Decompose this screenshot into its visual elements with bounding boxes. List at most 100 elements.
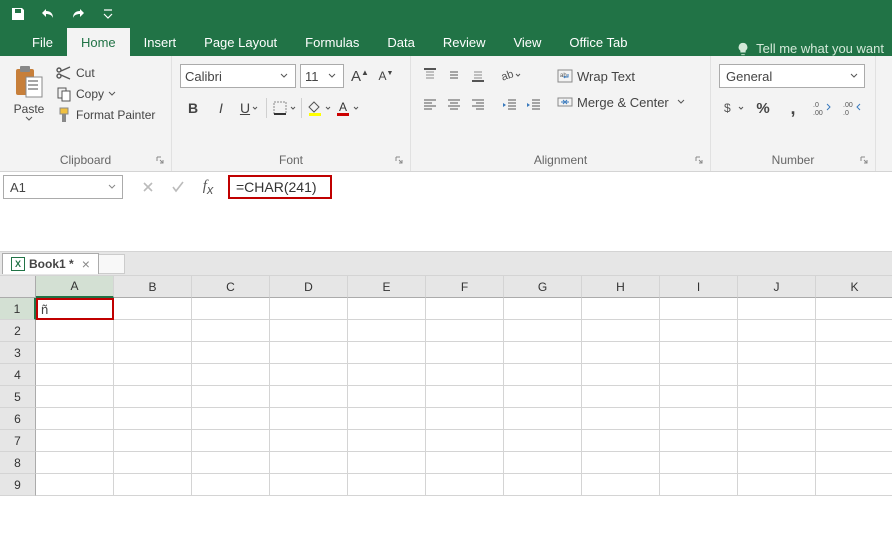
cell[interactable]	[114, 364, 192, 386]
cell[interactable]	[504, 320, 582, 342]
cell[interactable]	[270, 408, 348, 430]
cell[interactable]	[738, 342, 816, 364]
cell[interactable]	[582, 386, 660, 408]
cell[interactable]	[426, 474, 504, 496]
cell[interactable]	[582, 474, 660, 496]
font-dialog-launcher[interactable]	[392, 153, 406, 167]
row-header[interactable]: 8	[0, 452, 36, 474]
cell[interactable]	[582, 364, 660, 386]
row-header[interactable]: 4	[0, 364, 36, 386]
cell[interactable]	[36, 320, 114, 342]
cell[interactable]	[270, 386, 348, 408]
row-header[interactable]: 6	[0, 408, 36, 430]
decrease-decimal-button[interactable]: .00.0	[839, 96, 867, 120]
cell[interactable]	[270, 320, 348, 342]
row-header[interactable]: 1	[0, 298, 36, 320]
decrease-font-button[interactable]: A▼	[376, 66, 396, 86]
cell[interactable]	[582, 452, 660, 474]
italic-button[interactable]: I	[208, 96, 234, 120]
cell[interactable]	[192, 320, 270, 342]
row-header[interactable]: 5	[0, 386, 36, 408]
column-header[interactable]: B	[114, 276, 192, 298]
cell[interactable]	[738, 408, 816, 430]
cell[interactable]	[582, 408, 660, 430]
cell[interactable]	[738, 452, 816, 474]
cell[interactable]	[114, 474, 192, 496]
cell[interactable]	[738, 364, 816, 386]
cell[interactable]	[504, 298, 582, 320]
alignment-dialog-launcher[interactable]	[692, 153, 706, 167]
cell[interactable]	[426, 430, 504, 452]
cell[interactable]	[660, 430, 738, 452]
cell[interactable]	[504, 364, 582, 386]
cancel-formula-button[interactable]	[134, 175, 162, 199]
accounting-format-button[interactable]: $	[719, 96, 747, 120]
font-name-combo[interactable]: Calibri	[180, 64, 296, 88]
row-header[interactable]: 3	[0, 342, 36, 364]
font-size-combo[interactable]: 11	[300, 64, 344, 88]
cut-button[interactable]: Cut	[54, 64, 157, 82]
font-color-button[interactable]: A	[334, 96, 360, 120]
cell[interactable]	[426, 452, 504, 474]
column-header[interactable]: E	[348, 276, 426, 298]
column-header[interactable]: H	[582, 276, 660, 298]
column-header[interactable]: C	[192, 276, 270, 298]
column-header[interactable]: K	[816, 276, 892, 298]
row-header[interactable]: 9	[0, 474, 36, 496]
cell[interactable]	[192, 386, 270, 408]
cell[interactable]	[504, 474, 582, 496]
number-dialog-launcher[interactable]	[857, 153, 871, 167]
decrease-indent-button[interactable]	[499, 94, 521, 116]
column-header[interactable]: I	[660, 276, 738, 298]
comma-button[interactable]: ,	[779, 96, 807, 120]
formula-input[interactable]: =CHAR(241)	[228, 175, 332, 199]
close-icon[interactable]: ×	[82, 256, 90, 272]
cell[interactable]	[192, 408, 270, 430]
cell[interactable]	[348, 386, 426, 408]
cell[interactable]	[816, 430, 892, 452]
cell[interactable]	[504, 386, 582, 408]
cell[interactable]	[192, 364, 270, 386]
cell[interactable]	[816, 474, 892, 496]
bold-button[interactable]: B	[180, 96, 206, 120]
fill-color-button[interactable]	[306, 96, 332, 120]
column-header[interactable]: F	[426, 276, 504, 298]
cell[interactable]	[816, 452, 892, 474]
select-all-corner[interactable]	[0, 276, 36, 298]
cell[interactable]	[738, 320, 816, 342]
cell[interactable]	[660, 320, 738, 342]
align-middle-button[interactable]	[443, 64, 465, 86]
cell[interactable]	[816, 320, 892, 342]
cell[interactable]	[816, 364, 892, 386]
cell[interactable]	[816, 298, 892, 320]
cell[interactable]	[192, 342, 270, 364]
cell[interactable]	[348, 342, 426, 364]
tab-view[interactable]: View	[499, 28, 555, 56]
orientation-button[interactable]: ab	[499, 64, 521, 86]
cell[interactable]	[36, 364, 114, 386]
cell[interactable]	[36, 474, 114, 496]
align-left-button[interactable]	[419, 94, 441, 116]
cell[interactable]	[738, 298, 816, 320]
align-top-button[interactable]	[419, 64, 441, 86]
column-header[interactable]: A	[36, 276, 114, 298]
tab-formulas[interactable]: Formulas	[291, 28, 373, 56]
cell[interactable]	[270, 298, 348, 320]
cell[interactable]	[738, 474, 816, 496]
format-painter-button[interactable]: Format Painter	[54, 106, 157, 124]
cell[interactable]	[192, 430, 270, 452]
increase-indent-button[interactable]	[523, 94, 545, 116]
cell[interactable]	[192, 474, 270, 496]
cell[interactable]	[36, 430, 114, 452]
cell[interactable]	[348, 320, 426, 342]
align-bottom-button[interactable]	[467, 64, 489, 86]
cell[interactable]	[348, 452, 426, 474]
column-header[interactable]: G	[504, 276, 582, 298]
cell[interactable]	[660, 386, 738, 408]
cell[interactable]	[114, 386, 192, 408]
align-center-button[interactable]	[443, 94, 465, 116]
clipboard-dialog-launcher[interactable]	[153, 153, 167, 167]
cell[interactable]	[192, 298, 270, 320]
cell[interactable]	[660, 364, 738, 386]
undo-button[interactable]	[34, 1, 62, 27]
